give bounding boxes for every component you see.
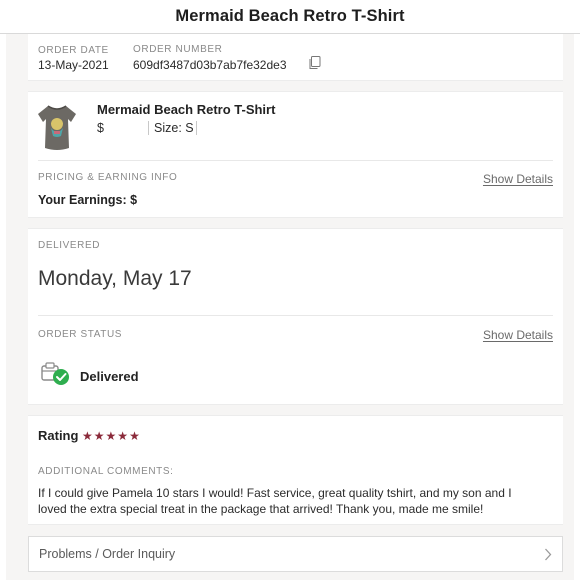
your-earnings: Your Earnings: $	[38, 193, 138, 207]
order-date-label: ORDER DATE	[38, 45, 109, 56]
star-icon: ★	[117, 429, 130, 443]
divider	[38, 160, 553, 161]
delivery-card: DELIVERED Monday, May 17 ORDER STATUS Sh…	[28, 228, 563, 405]
comments-label: ADDITIONAL COMMENTS:	[38, 466, 174, 477]
order-detail-sheet: ORDER DATE 13-May-2021 ORDER NUMBER 609d…	[6, 34, 574, 580]
order-inquiry-label[interactable]: Problems / Order Inquiry	[39, 547, 175, 561]
pricing-show-details-link[interactable]: Show Details	[483, 172, 553, 186]
order-meta-card: ORDER DATE 13-May-2021 ORDER NUMBER 609d…	[28, 34, 563, 81]
status-delivered-text: Delivered	[80, 369, 139, 384]
star-icon: ★	[82, 429, 94, 443]
delivered-label: DELIVERED	[38, 240, 101, 251]
divider	[196, 121, 197, 135]
product-thumbnail[interactable]	[36, 100, 78, 152]
copy-icon[interactable]	[308, 56, 321, 75]
star-icon: ★	[129, 429, 141, 443]
pricing-label: PRICING & EARNING INFO	[38, 172, 178, 183]
item-card: Mermaid Beach Retro T-Shirt $ Size: S PR…	[28, 91, 563, 218]
divider	[148, 121, 149, 135]
order-status-label: ORDER STATUS	[38, 329, 123, 340]
order-number-value[interactable]: 609df3487d03b7ab7fe32de3	[133, 58, 287, 72]
rating-label: Rating	[38, 428, 79, 443]
top-bar: Mermaid Beach Retro T-Shirt	[0, 0, 580, 34]
order-inquiry-row[interactable]: Problems / Order Inquiry	[28, 536, 563, 572]
item-price: $	[97, 121, 104, 135]
comment-text: If I could give Pamela 10 stars I would!…	[38, 486, 512, 516]
rating-stars: ★★★★★	[82, 427, 141, 445]
status-show-details-link[interactable]: Show Details	[483, 328, 553, 342]
star-icon: ★	[105, 429, 118, 443]
order-date-value: 13-May-2021	[38, 58, 109, 72]
item-name[interactable]: Mermaid Beach Retro T-Shirt	[97, 102, 275, 117]
rating-card: Rating ★★★★★ ADDITIONAL COMMENTS: If I c…	[28, 415, 563, 525]
delivered-box-icon	[40, 362, 70, 391]
star-icon: ★	[93, 429, 106, 443]
page-title: Mermaid Beach Retro T-Shirt	[175, 7, 405, 25]
item-size: Size: S	[154, 121, 194, 135]
chevron-right-icon[interactable]	[544, 548, 552, 566]
divider	[38, 315, 553, 316]
order-number-label: ORDER NUMBER	[133, 44, 223, 55]
delivery-date: Monday, May 17	[38, 267, 192, 290]
